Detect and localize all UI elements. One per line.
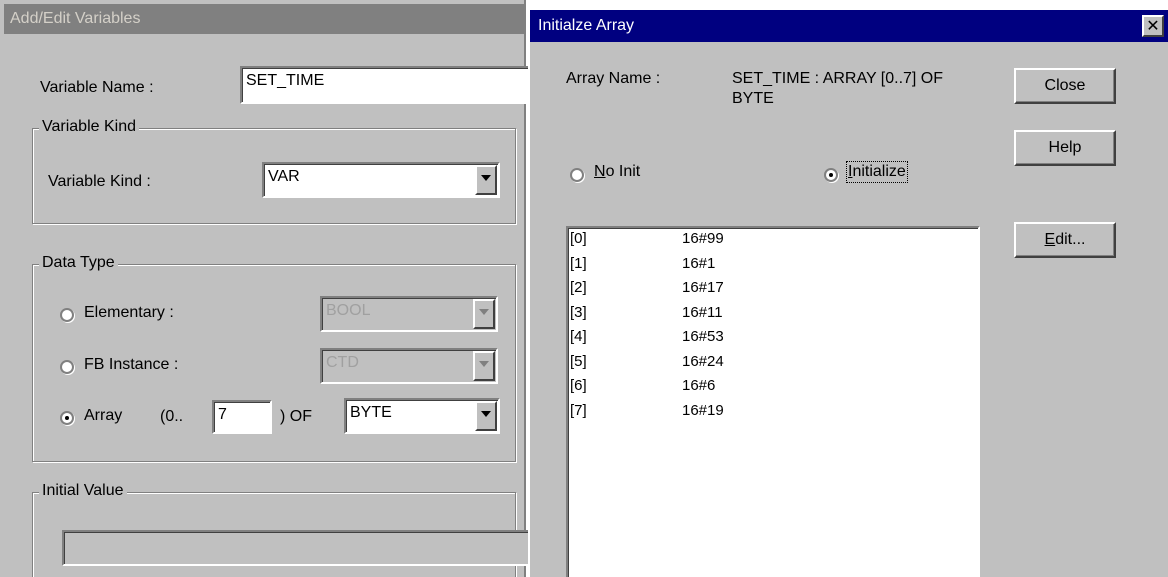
add-edit-title[interactable]: Add/Edit Variables [4, 4, 524, 34]
list-item[interactable]: [3] 16#11 [570, 304, 970, 328]
help-button[interactable]: Help [1014, 130, 1116, 166]
no-init-radio[interactable] [570, 168, 584, 182]
edit-button-rest: dit... [1055, 231, 1086, 248]
array-radio[interactable] [60, 411, 74, 425]
array-name-line1: SET_TIME : ARRAY [0..7] OF [732, 70, 944, 87]
variable-kind-group-label: Variable Kind [39, 118, 139, 136]
initialize-label[interactable]: Initialize [846, 161, 908, 183]
list-item-index: [5] [570, 352, 587, 370]
array-upper-input[interactable]: 7 [212, 400, 272, 434]
elementary-select[interactable]: BOOL [320, 296, 498, 332]
variable-name-value: SET_TIME [246, 72, 325, 89]
list-item-value: 16#53 [682, 328, 724, 345]
list-item-index: [4] [570, 328, 587, 345]
list-item-value: 16#99 [682, 230, 724, 247]
initialize-label-rest: nitialize [852, 163, 906, 180]
list-item-value: 16#11 [682, 303, 723, 321]
list-item-value: 16#6 [682, 377, 716, 394]
list-item-value: 16#1 [682, 254, 716, 272]
no-init-mnemonic: N [594, 163, 606, 180]
fb-instance-label: FB Instance : [84, 356, 179, 373]
fb-instance-value: CTD [326, 354, 359, 371]
initialize-array-dialog: Initialze Array ✕ Array Name : SET_TIME … [528, 8, 1168, 577]
initialize-radio[interactable] [824, 168, 838, 182]
list-item-index: [1] [570, 254, 587, 272]
edit-mnemonic: E [1044, 231, 1056, 248]
initial-value-group-label: Initial Value [39, 482, 127, 500]
array-name-label: Array Name : [566, 70, 661, 87]
fb-instance-radio[interactable] [60, 360, 74, 374]
edit-button[interactable]: Edit... [1014, 222, 1116, 258]
list-item-index: [0] [570, 230, 587, 247]
list-item[interactable]: [4] 16#53 [570, 328, 970, 352]
chevron-down-icon[interactable] [473, 299, 495, 329]
variable-kind-value: VAR [268, 168, 300, 185]
chevron-down-icon[interactable] [475, 401, 497, 431]
list-item-index: [3] [570, 303, 587, 321]
list-item[interactable]: [7] 16#19 [570, 402, 970, 426]
list-item[interactable]: [6] 16#6 [570, 377, 970, 401]
elementary-value: BOOL [326, 302, 371, 319]
array-of-label: ) OF [280, 408, 312, 425]
variable-kind-label: Variable Kind : [48, 173, 151, 190]
array-upper-value: 7 [218, 406, 227, 423]
list-item-index: [7] [570, 401, 587, 419]
initialize-array-title[interactable]: Initialze Array ✕ [530, 10, 1168, 42]
elementary-radio[interactable] [60, 308, 74, 322]
close-button[interactable]: Close [1014, 68, 1116, 104]
dialog-title-text: Initialze Array [538, 17, 635, 34]
no-init-label-rest: o Init [605, 163, 641, 180]
initial-value-input[interactable] [62, 530, 532, 566]
list-item-index: [6] [570, 377, 587, 394]
data-type-group-label: Data Type [39, 254, 118, 272]
array-range-prefix: (0.. [160, 408, 184, 425]
variable-kind-select[interactable]: VAR [262, 162, 500, 198]
chevron-down-icon[interactable] [473, 351, 495, 381]
fb-instance-select[interactable]: CTD [320, 348, 498, 384]
list-item-value: 16#24 [682, 352, 724, 370]
list-item-value: 16#17 [682, 279, 724, 296]
no-init-label[interactable]: No Init [594, 163, 640, 181]
list-item[interactable]: [1] 16#1 [570, 255, 970, 279]
add-edit-variables-dialog: Add/Edit Variables Variable Name : SET_T… [0, 0, 532, 577]
array-name-line2: BYTE [732, 90, 774, 107]
variable-name-input[interactable]: SET_TIME [240, 66, 530, 104]
list-item-index: [2] [570, 279, 587, 296]
chevron-down-icon[interactable] [475, 165, 497, 195]
array-type-select[interactable]: BYTE [344, 398, 500, 434]
array-values-list[interactable]: [0] 16#99 [1] 16#1 [2] 16#17 [3] 16#11 [4] 16#53[… [566, 226, 980, 577]
array-type-value: BYTE [350, 404, 392, 421]
variable-name-label: Variable Name : [40, 79, 154, 96]
list-item[interactable]: [5] 16#24 [570, 353, 970, 377]
array-label: Array [84, 407, 123, 424]
list-item[interactable]: [0] 16#99 [570, 230, 970, 254]
close-icon[interactable]: ✕ [1142, 15, 1164, 37]
list-item[interactable]: [2] 16#17 [570, 279, 970, 303]
list-item-value: 16#19 [682, 401, 724, 419]
elementary-label: Elementary : [84, 304, 174, 321]
